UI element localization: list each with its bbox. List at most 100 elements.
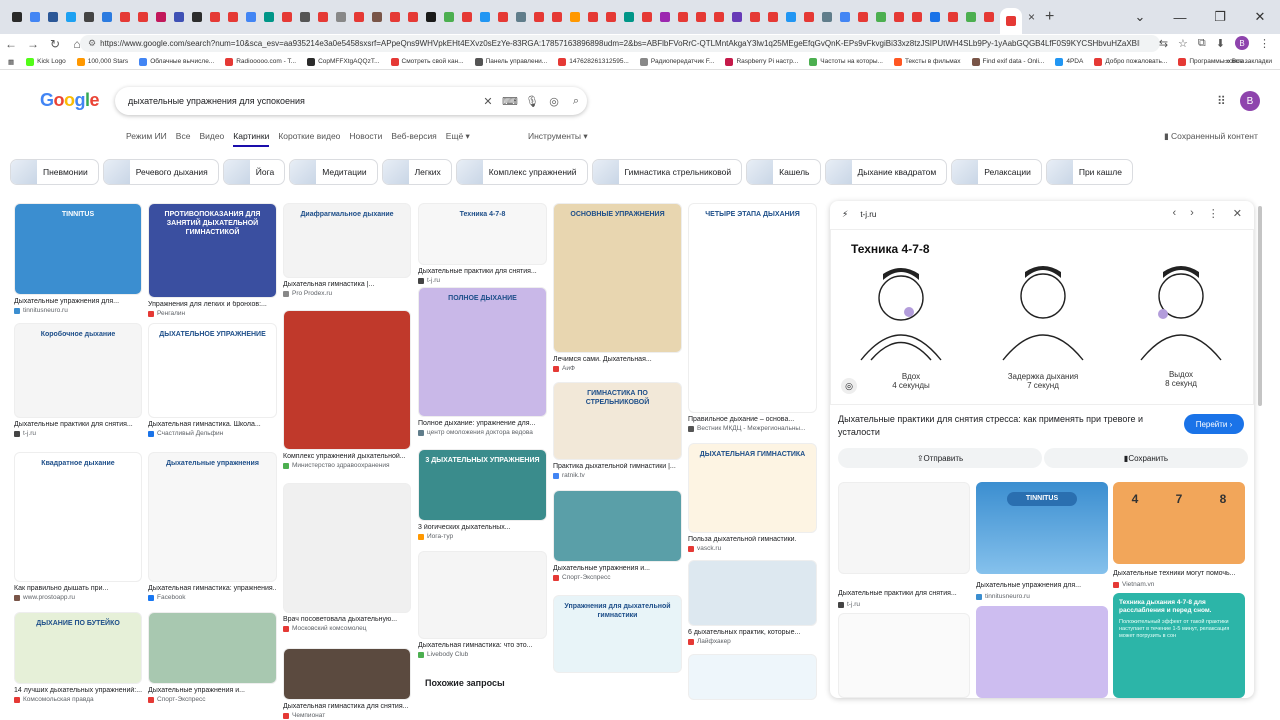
tab-favicon[interactable] bbox=[876, 12, 886, 22]
bookmark-item[interactable]: 100,000 Stars bbox=[76, 57, 128, 66]
url-text[interactable]: https://www.google.com/search?num=10&sca… bbox=[100, 39, 1140, 48]
image-result[interactable]: Дыхательные упражнения и... Спорт-Экспрес… bbox=[148, 612, 277, 703]
result-caption[interactable]: Дыхательные практики для снятия... bbox=[418, 268, 547, 275]
result-caption[interactable]: Упражнения для легких и бронхов:... bbox=[148, 301, 277, 308]
tab-favicon[interactable] bbox=[984, 12, 994, 22]
tab-favicon[interactable] bbox=[480, 12, 490, 22]
image-result[interactable]: Упражнения для дыхательной гимнастики bbox=[553, 595, 682, 673]
tab-favicon[interactable] bbox=[174, 12, 184, 22]
result-thumbnail[interactable]: ПОЛНОЕ ДЫХАНИЕ bbox=[418, 287, 547, 417]
tab-favicon[interactable] bbox=[462, 12, 472, 22]
bookmark-item[interactable]: СорМFFXtgAQQzT... bbox=[307, 57, 380, 66]
tab-favicon[interactable] bbox=[192, 12, 202, 22]
bookmark-item[interactable]: Панель управлени... bbox=[474, 57, 547, 66]
image-result[interactable]: ГИМНАСТИКА ПО СТРЕЛЬНИКОВОЙ Практика дыха… bbox=[553, 382, 682, 479]
image-result[interactable]: Дыхательные упражнения и... Спорт-Экспрес… bbox=[553, 490, 682, 581]
bookmark-item[interactable]: Облачные вычисле... bbox=[139, 57, 214, 66]
search-input[interactable]: дыхательные упражнения для успокоения bbox=[128, 96, 477, 106]
tab-favicon[interactable] bbox=[804, 12, 814, 22]
tab-favicon[interactable] bbox=[246, 12, 256, 22]
save-button[interactable]: ▮ Сохранить bbox=[1044, 448, 1248, 468]
search-box[interactable]: дыхательные упражнения для успокоения ✕ … bbox=[115, 87, 587, 115]
close-window-button[interactable]: ✕ bbox=[1240, 9, 1280, 25]
related-caption-3[interactable]: Дыхательные техники могут помочь... bbox=[1113, 570, 1245, 577]
tab-favicon[interactable] bbox=[894, 12, 904, 22]
tab-more[interactable]: Ещё ▾ bbox=[446, 131, 470, 147]
bookmark-item[interactable]: Смотреть свой кан... bbox=[390, 57, 464, 66]
tab-favicon[interactable] bbox=[822, 12, 832, 22]
result-caption[interactable]: 3 йогических дыхательных... bbox=[418, 524, 547, 531]
close-icon[interactable]: ✕ bbox=[1233, 207, 1242, 220]
new-tab-button[interactable]: + bbox=[1045, 8, 1054, 26]
maximize-button[interactable]: ❐ bbox=[1200, 9, 1240, 25]
image-result[interactable]: ЧЕТЫРЕ ЭТАПА ДЫХАНИЯ Правильное дыхание –… bbox=[688, 203, 817, 432]
tab-favicon[interactable] bbox=[606, 12, 616, 22]
tab-favicon[interactable] bbox=[732, 12, 742, 22]
result-caption[interactable]: Дыхательные упражнения и... bbox=[553, 565, 682, 572]
tab-favicon[interactable] bbox=[624, 12, 634, 22]
filter-chip[interactable]: Гимнастика стрельниковой bbox=[591, 159, 743, 185]
related-image-1[interactable] bbox=[838, 482, 970, 574]
result-thumbnail[interactable]: ДЫХАТЕЛЬНОЕ УПРАЖНЕНИЕ bbox=[148, 323, 277, 418]
downloads-icon[interactable]: ⬇ bbox=[1216, 37, 1225, 50]
related-image-4[interactable] bbox=[838, 613, 970, 698]
related-image-3[interactable]: 4 7 8 bbox=[1113, 482, 1245, 564]
profile-avatar[interactable]: B bbox=[1235, 36, 1249, 50]
result-thumbnail[interactable]: ПРОТИВОПОКАЗАНИЯ ДЛЯ ЗАНЯТИЙ ДЫХАТЕЛЬНОЙ… bbox=[148, 203, 277, 298]
related-image-2[interactable]: TINNITUS bbox=[976, 482, 1108, 574]
tab-images[interactable]: Картинки bbox=[233, 131, 270, 147]
result-thumbnail[interactable] bbox=[418, 551, 547, 639]
result-thumbnail[interactable]: ЧЕТЫРЕ ЭТАПА ДЫХАНИЯ bbox=[688, 203, 817, 413]
active-tab[interactable] bbox=[1000, 8, 1022, 34]
result-caption[interactable]: Дыхательные практики для снятия... bbox=[14, 421, 142, 428]
image-result[interactable]: Дыхательные упражнения Дыхательная гимнас… bbox=[148, 452, 277, 601]
tab-favicon[interactable] bbox=[228, 12, 238, 22]
filter-chip[interactable]: Пневмонии bbox=[10, 159, 99, 185]
tab-favicon[interactable] bbox=[138, 12, 148, 22]
related-image-5[interactable] bbox=[976, 606, 1108, 698]
image-result[interactable]: Комплекс упражнений дыхательной... Минист… bbox=[283, 310, 411, 469]
bookmark-item[interactable]: Find exif data - Onli... bbox=[971, 57, 1044, 66]
tab-search-icon[interactable]: ⌄ bbox=[1120, 9, 1160, 25]
bookmark-item[interactable]: Radiooooo.com - T... bbox=[225, 57, 296, 66]
result-caption[interactable]: Правильное дыхание – основа... bbox=[688, 416, 817, 423]
panel-title[interactable]: Дыхательные практики для снятия стресса:… bbox=[838, 413, 1178, 439]
lens-search-icon[interactable]: ◎ bbox=[841, 378, 857, 394]
tab-favicon[interactable] bbox=[336, 12, 346, 22]
result-thumbnail[interactable] bbox=[148, 612, 277, 684]
page-scrollbar[interactable] bbox=[1258, 206, 1262, 406]
tab-favicon[interactable] bbox=[642, 12, 652, 22]
tab-favicon[interactable] bbox=[696, 12, 706, 22]
tab-favicon[interactable] bbox=[84, 12, 94, 22]
result-thumbnail[interactable] bbox=[553, 490, 682, 562]
filter-chip[interactable]: Легких bbox=[381, 159, 452, 185]
result-thumbnail[interactable]: TINNITUS bbox=[14, 203, 142, 295]
tab-favicon[interactable] bbox=[48, 12, 58, 22]
image-result[interactable]: ДЫХАНИЕ ПО БУТЕЙКО 14 лучших дыхательных … bbox=[14, 612, 142, 703]
tab-favicon[interactable] bbox=[858, 12, 868, 22]
related-image-6[interactable]: Техника дыхания 4-7-8 для расслабления и… bbox=[1113, 593, 1245, 698]
tab-favicon[interactable] bbox=[840, 12, 850, 22]
tab-favicon[interactable] bbox=[786, 12, 796, 22]
result-caption[interactable]: Дыхательная гимнастика: упражнения... bbox=[148, 585, 277, 592]
tab-close-icon[interactable]: × bbox=[1028, 10, 1035, 24]
bookmark-item[interactable]: Добро пожаловать... bbox=[1094, 57, 1167, 66]
next-icon[interactable]: › bbox=[1190, 207, 1194, 220]
tab-favicon[interactable] bbox=[318, 12, 328, 22]
site-info-icon[interactable]: ⚙ bbox=[88, 38, 96, 49]
reload-icon[interactable]: ↻ bbox=[44, 37, 66, 51]
tab-web[interactable]: Веб-версия bbox=[391, 131, 436, 147]
tab-favicon[interactable] bbox=[750, 12, 760, 22]
tab-favicon[interactable] bbox=[966, 12, 976, 22]
tab-favicon[interactable] bbox=[30, 12, 40, 22]
filter-chip[interactable]: Речевого дыхания bbox=[102, 159, 219, 185]
mic-icon[interactable]: 🎙 bbox=[521, 95, 543, 108]
image-result[interactable]: ДЫХАТЕЛЬНАЯ ГИМНАСТИКА Польза дыхательной… bbox=[688, 443, 817, 552]
result-caption[interactable]: Дыхательная гимнастика: что это... bbox=[418, 642, 547, 649]
tab-favicon[interactable] bbox=[390, 12, 400, 22]
apps-grid-icon[interactable]: ▦ bbox=[8, 58, 14, 66]
result-caption[interactable]: Дыхательные упражнения для... bbox=[14, 298, 142, 305]
minimize-button[interactable]: — bbox=[1160, 10, 1200, 25]
result-thumbnail[interactable]: ДЫХАТЕЛЬНАЯ ГИМНАСТИКА bbox=[688, 443, 817, 533]
filter-chip[interactable]: Комплекс упражнений bbox=[455, 159, 588, 185]
